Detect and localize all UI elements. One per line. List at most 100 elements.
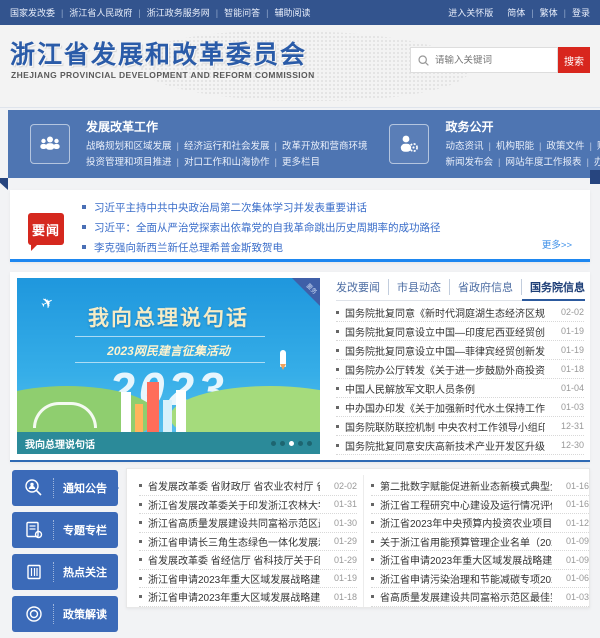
bullet-icon — [371, 521, 374, 524]
top-link[interactable]: 辅助阅读 — [260, 8, 310, 18]
headline-link[interactable]: 习近平：全面从严治党探索出依靠党的自我革命跳出历史周期率的成功路径 — [94, 220, 441, 235]
nav-link[interactable]: 财务信息 — [584, 141, 600, 152]
news-item[interactable]: 国务院办公厅转发《关于进一步鼓励外商投资设立研发中心 01-18 — [336, 360, 584, 379]
sidebar-item-notices[interactable]: 通知公告 — [12, 470, 118, 506]
sidebar-item-special-topics[interactable]: 专题专栏 — [12, 512, 118, 548]
nav-link[interactable]: 办件统计 — [581, 157, 600, 168]
top-link[interactable]: 浙江省人民政府 — [55, 8, 132, 18]
nav-link[interactable]: 政策文件 — [534, 141, 584, 152]
headline-link[interactable]: 习近平主持中共中央政治局第二次集体学习并发表重要讲话 — [94, 200, 367, 215]
headline-more-link[interactable]: 更多>> — [542, 237, 572, 251]
top-link[interactable]: 浙江政务服务网 — [132, 8, 209, 18]
nav-link[interactable]: 更多栏目 — [270, 157, 320, 168]
lang-login-link[interactable]: 繁体 — [525, 8, 557, 18]
notice-item-link[interactable]: 浙江省申请长三角生态绿色一体化发展示范区20... — [148, 534, 320, 549]
sidebar-item-policy-reading[interactable]: 政策解读 — [12, 596, 118, 632]
notice-item[interactable]: 浙江省申请长三角生态绿色一体化发展示范区20... 01-29 — [139, 533, 357, 552]
news-item-date: 01-18 — [561, 364, 584, 374]
news-item[interactable]: 中国人民解放军文职人员条例 01-04 — [336, 379, 584, 398]
notice-item-link[interactable]: 浙江省高质量发展建设共同富裕示范区最佳实践（... — [148, 515, 320, 530]
nav-link[interactable]: 机构职能 — [484, 141, 534, 152]
news-item[interactable]: 中办国办印发《关于加强新时代水土保持工作的意见》 01-03 — [336, 398, 584, 417]
news-item[interactable]: 国务院批复同意《新时代洞庭湖生态经济区规划》 02-02 — [336, 303, 584, 322]
notice-item[interactable]: 浙江省申请2023年重大区域发展战略建设（长... 01-09 — [371, 551, 589, 570]
notice-item-link[interactable]: 浙江省工程研究中心建设及运行情况评估结果的公... — [380, 497, 552, 512]
news-item-link[interactable]: 中国人民解放军文职人员条例 — [345, 381, 545, 396]
nav-title-disclosure[interactable]: 政务公开 — [445, 118, 600, 135]
carousel-dot[interactable] — [307, 441, 312, 446]
search-input[interactable] — [435, 55, 545, 66]
news-item[interactable]: 国务院批复同意设立中国—菲律宾经贸创新发展示范园区 01-19 — [336, 341, 584, 360]
care-mode-link[interactable]: 进入关怀版 — [448, 6, 493, 19]
news-item-link[interactable]: 国务院批复同意设立中国—印度尼西亚经贸创新发展示范园 — [345, 324, 545, 339]
notice-item-link[interactable]: 省发展改革委 省财政厅 省农业农村厅 省供销... — [148, 478, 320, 493]
nav-group-disclosure: 政务公开 动态资讯机构职能政策文件财务信息人事信息互动交流 新闻发布会网站年度工… — [367, 110, 600, 178]
notice-item[interactable]: 浙江省申请2023年重大区域发展战略建设（长... 01-19 — [139, 570, 357, 589]
nav-title-development[interactable]: 发展改革工作 — [86, 118, 367, 135]
notice-item[interactable]: 浙江省申请2023年重大区域发展战略建设（长... 01-18 — [139, 588, 357, 607]
news-item[interactable]: 国务院联防联控机制 中央农村工作领导小组印发《加强当 12-31 — [336, 417, 584, 436]
carousel-dot[interactable] — [271, 441, 276, 446]
nav-link[interactable]: 网站年度工作报表 — [493, 157, 581, 168]
notice-item-link[interactable]: 浙江省申请2023年重大区域发展战略建设（长... — [148, 589, 320, 604]
notice-item[interactable]: 关于浙江省用能预算管理企业名单（2023年版... 01-09 — [371, 533, 589, 552]
nav-link[interactable]: 经济运行和社会发展 — [172, 141, 270, 152]
notice-item-link[interactable]: 省发展改革委 省经信厅 省科技厅关于印发浙江... — [148, 552, 320, 567]
notice-item-link[interactable]: 浙江省发展改革委关于印发浙江农林大学学生宿舍... — [148, 497, 320, 512]
site-subtitle-en: ZHEJIANG PROVINCIAL DEVELOPMENT AND REFO… — [11, 70, 315, 80]
bullet-icon — [371, 577, 374, 580]
news-item-date: 01-19 — [561, 326, 584, 336]
notice-item-link[interactable]: 关于浙江省用能预算管理企业名单（2023年版... — [380, 534, 552, 549]
tab-city-county[interactable]: 市县动态 — [388, 279, 441, 295]
notice-item[interactable]: 省发展改革委 省财政厅 省农业农村厅 省供销... 02-02 — [139, 477, 357, 496]
top-link[interactable]: 智能问答 — [210, 8, 260, 18]
notice-item-link[interactable]: 浙江省申请污染治理和节能减碳专项2023年中... — [380, 571, 552, 586]
nav-link[interactable]: 对口工作和山海协作 — [172, 157, 270, 168]
notice-item[interactable]: 浙江省申请污染治理和节能减碳专项2023年中... 01-06 — [371, 570, 589, 589]
tab-state-council[interactable]: 国务院信息 — [521, 279, 585, 295]
carousel-banner[interactable]: ✈ 要务 我向总理说句话 2023网民建言征集活动 2023 我向总理说句话 — [17, 278, 320, 454]
search-button[interactable]: 搜索 — [558, 47, 590, 73]
news-item-date: 01-19 — [561, 345, 584, 355]
nav-link[interactable]: 改革开放和营商环境 — [270, 141, 368, 152]
news-item-link[interactable]: 中办国办印发《关于加强新时代水土保持工作的意见》 — [345, 400, 545, 415]
news-item-link[interactable]: 国务院联防联控机制 中央农村工作领导小组印发《加强当 — [345, 419, 545, 434]
bullet-icon — [139, 484, 142, 487]
lang-login-link[interactable]: 登录 — [558, 8, 590, 18]
notice-item[interactable]: 浙江省2023年中央预算内投资农业项目计划公... 01-12 — [371, 514, 589, 533]
bullet-icon — [371, 558, 374, 561]
carousel-dot[interactable] — [280, 441, 285, 446]
nav-link[interactable]: 战略规划和区域发展 — [86, 141, 172, 152]
carousel-dot[interactable] — [298, 441, 303, 446]
nav-link[interactable]: 新闻发布会 — [445, 157, 493, 168]
news-item[interactable]: 国务院批复同意安庆高新技术产业开发区升级为国家高新技 12-30 — [336, 436, 584, 455]
notice-item-link[interactable]: 浙江省申请2023年重大区域发展战略建设（长... — [380, 552, 552, 567]
news-item-link[interactable]: 国务院批复同意安庆高新技术产业开发区升级为国家高新技 — [345, 438, 545, 453]
lang-login-link[interactable]: 简体 — [507, 8, 525, 18]
news-item[interactable]: 国务院批复同意设立中国—印度尼西亚经贸创新发展示范园 01-19 — [336, 322, 584, 341]
nav-link[interactable]: 投资管理和项目推进 — [86, 157, 172, 168]
notice-item-link[interactable]: 浙江省申请2023年重大区域发展战略建设（长... — [148, 571, 320, 586]
notice-item-link[interactable]: 第二批数字赋能促进新业态新模式典型企业和平台... — [380, 478, 552, 493]
tab-fagai-news[interactable]: 发改要闻 — [336, 279, 380, 295]
notice-item[interactable]: 第二批数字赋能促进新业态新模式典型企业和平台... 01-16 — [371, 477, 589, 496]
news-item-link[interactable]: 国务院办公厅转发《关于进一步鼓励外商投资设立研发中心 — [345, 362, 545, 377]
notice-item[interactable]: 浙江省发展改革委关于印发浙江农林大学学生宿舍... 01-31 — [139, 496, 357, 515]
top-link[interactable]: 国家发改委 — [10, 8, 55, 18]
headline-link[interactable]: 李克强向新西兰新任总理希普金斯致贺电 — [94, 240, 283, 255]
notice-item[interactable]: 省发展改革委 省经信厅 省科技厅关于印发浙江... 01-29 — [139, 551, 357, 570]
notice-item[interactable]: 浙江省工程研究中心建设及运行情况评估结果的公... 01-16 — [371, 496, 589, 515]
nav-link[interactable]: 动态资讯 — [445, 141, 483, 152]
quick-nav-column: 通知公告 专题专栏 热点关注 政策解读 — [12, 470, 118, 638]
news-item-link[interactable]: 国务院批复同意《新时代洞庭湖生态经济区规划》 — [345, 305, 545, 320]
notice-item[interactable]: 浙江省高质量发展建设共同富裕示范区最佳实践（... 01-30 — [139, 514, 357, 533]
sidebar-item-hot-topics[interactable]: 热点关注 — [12, 554, 118, 590]
tab-provincial-gov[interactable]: 省政府信息 — [449, 279, 513, 295]
notice-item-link[interactable]: 省高质量发展建设共同富裕示范区最佳实践（第二... — [380, 589, 552, 604]
notice-item[interactable]: 省高质量发展建设共同富裕示范区最佳实践（第二... 01-03 — [371, 588, 589, 607]
bullet-icon — [139, 595, 142, 598]
news-item-link[interactable]: 国务院批复同意设立中国—菲律宾经贸创新发展示范园区 — [345, 343, 545, 358]
carousel-dot-active[interactable] — [289, 441, 294, 446]
notice-item-link[interactable]: 浙江省2023年中央预算内投资农业项目计划公... — [380, 515, 552, 530]
nav-ribbon-fold-right — [590, 170, 600, 184]
